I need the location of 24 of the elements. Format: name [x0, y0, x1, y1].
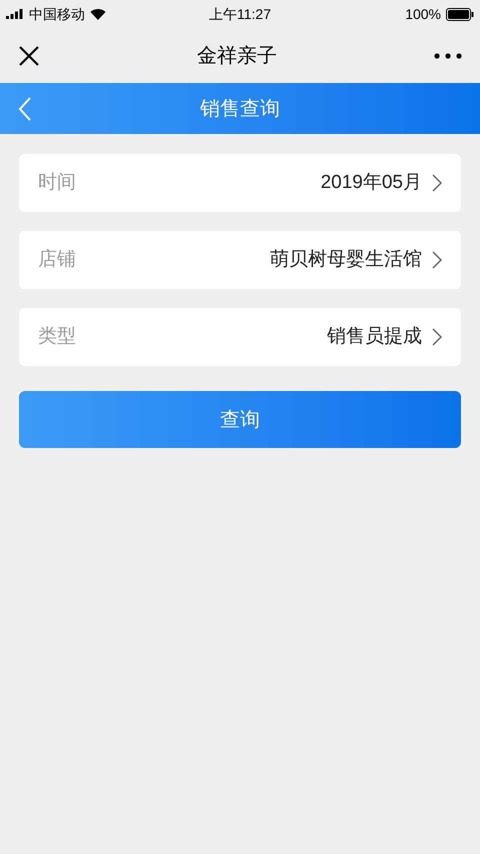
battery-icon [446, 8, 474, 20]
wifi-icon [90, 8, 106, 20]
field-label: 店铺 [38, 248, 76, 272]
query-button[interactable]: 查询 [19, 391, 461, 448]
select-row[interactable]: 类型 销售员提成 [19, 308, 461, 366]
field-label: 类型 [38, 324, 76, 349]
close-icon[interactable] [18, 44, 40, 66]
back-icon[interactable] [18, 96, 32, 122]
field-value: 销售员提成 [327, 324, 422, 349]
status-time: 上午11:27 [209, 4, 271, 24]
header-title: 销售查询 [200, 96, 280, 122]
chevron-right-icon [432, 328, 442, 346]
battery-percent: 100% [405, 4, 441, 24]
more-icon[interactable] [434, 52, 462, 58]
field-value: 2019年05月 [320, 170, 422, 195]
carrier-name: 中国移动 [29, 4, 85, 24]
select-row[interactable]: 时间 2019年05月 [19, 154, 461, 212]
page-title: 金祥亲子 [197, 44, 277, 68]
select-row[interactable]: 店铺 萌贝树母婴生活馆 [19, 231, 461, 289]
chevron-right-icon [432, 174, 442, 192]
field-value: 萌贝树母婴生活馆 [270, 248, 422, 272]
field-label: 时间 [38, 170, 76, 195]
signal-icon [6, 9, 24, 19]
chevron-right-icon [432, 251, 442, 269]
